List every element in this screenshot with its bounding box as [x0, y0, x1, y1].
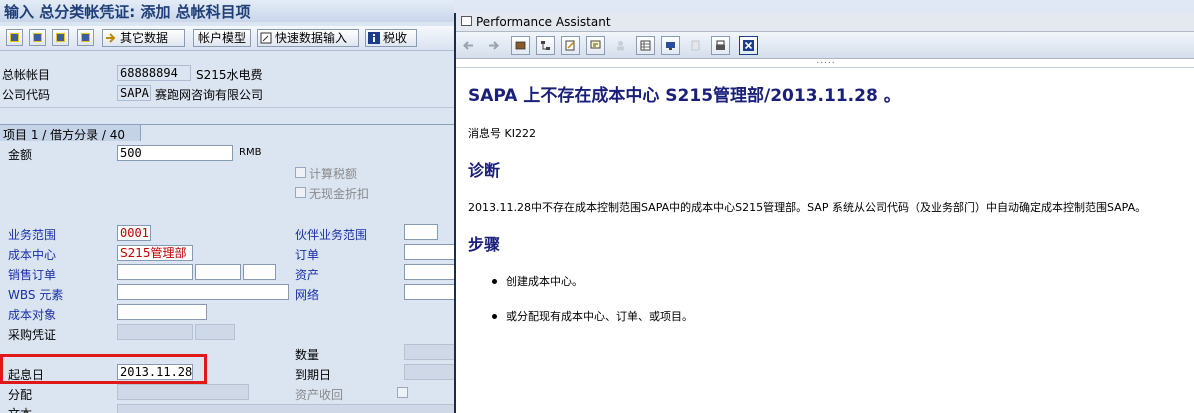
tax-button[interactable]: 税收	[365, 29, 417, 47]
due-date-label: 到期日	[295, 368, 332, 382]
diagnosis-heading: 诊断	[468, 161, 501, 180]
document-icon[interactable]	[29, 29, 46, 46]
gl-document-entry-window: 输入 总分类帐凭证: 添加 总帐科目项 其它数据 帐户模型 快速数据输入 税收 …	[0, 0, 454, 413]
table-icon[interactable]	[636, 36, 655, 55]
message-heading: SAPA 上不存在成本中心 S215管理部/2013.11.28 。	[468, 86, 901, 106]
splitter-handle[interactable]: .....	[456, 57, 1194, 68]
purchasing-document-label: 采购凭证	[8, 328, 57, 342]
wbs-element-field[interactable]	[117, 284, 289, 300]
due-date-field	[404, 364, 454, 380]
purchasing-item-field	[195, 324, 235, 340]
edit-icon	[260, 32, 272, 44]
quantity-label: 数量	[295, 348, 320, 362]
assignment-field[interactable]	[117, 384, 249, 400]
text-label: 文本	[8, 405, 32, 413]
partner-business-area-label: 伙伴业务范围	[295, 228, 368, 242]
sales-order-field[interactable]	[117, 264, 193, 280]
arrow-icon	[106, 33, 116, 43]
amount-label: 金额	[8, 148, 33, 162]
gl-account-field[interactable]: 68888894	[117, 65, 191, 81]
sales-order-label: 销售订单	[8, 268, 57, 282]
fast-entry-label: 快速数据输入	[275, 31, 348, 45]
edit-icon[interactable]	[561, 36, 580, 55]
other-data-button[interactable]: 其它数据	[102, 29, 185, 47]
assistant-toolbar	[456, 32, 1194, 59]
other-data-label: 其它数据	[120, 31, 169, 45]
calc-tax-checkbox[interactable]	[295, 167, 306, 178]
fast-entry-button[interactable]: 快速数据输入	[257, 29, 359, 47]
amount-field[interactable]: 500	[117, 145, 233, 161]
user-settings-icon	[611, 36, 630, 55]
item-tab[interactable]: 项目 1 / 借方分录 / 40	[0, 125, 141, 142]
cash-discount-label: 无现金折扣	[309, 187, 370, 201]
text-field[interactable]	[117, 404, 454, 413]
quantity-field	[404, 344, 454, 360]
sales-order-item-field[interactable]	[195, 264, 241, 280]
currency-label: RMB	[239, 147, 262, 158]
item-tab-strip: 项目 1 / 借方分录 / 40	[0, 124, 454, 142]
assistant-title-bar: Performance Assistant	[456, 13, 1194, 32]
sales-order-schedule-field[interactable]	[243, 264, 276, 280]
asset-label: 资产	[295, 268, 320, 282]
asset-field[interactable]	[404, 264, 454, 280]
asset-retirement-checkbox[interactable]	[397, 387, 408, 398]
hierarchy-icon[interactable]	[536, 36, 555, 55]
close-icon[interactable]	[739, 36, 758, 55]
value-date-highlight-box	[0, 354, 207, 384]
header-separator	[0, 107, 454, 108]
title-bar: 输入 总分类帐凭证: 添加 总帐科目项	[0, 0, 454, 22]
step-item: 创建成本中心。	[506, 275, 583, 288]
item-tab-label: 项目 1 / 借方分录 / 40	[3, 128, 126, 142]
display-icon[interactable]	[661, 36, 680, 55]
performance-assistant-window: Performance Assistant ..... SAPA 上不存在成本中…	[454, 13, 1194, 413]
network-field[interactable]	[404, 284, 454, 300]
order-field[interactable]	[404, 244, 454, 260]
print-icon[interactable]	[711, 36, 730, 55]
info-icon	[368, 32, 380, 44]
application-toolbar: 其它数据 帐户模型 快速数据输入 税收	[0, 26, 454, 51]
window-icon	[461, 16, 472, 26]
annotate-icon[interactable]	[586, 36, 605, 55]
assignment-label: 分配	[8, 388, 33, 402]
back-arrow-icon[interactable]	[459, 36, 478, 55]
cost-center-label: 成本中心	[8, 248, 57, 262]
overview-icon[interactable]	[6, 29, 23, 46]
purchasing-document-field	[117, 324, 193, 340]
new-item-icon[interactable]	[77, 29, 94, 46]
wbs-element-label: WBS 元素	[8, 288, 64, 302]
business-area-field[interactable]: 0001	[117, 225, 151, 241]
step-item: 或分配现有成本中心、订单、或项目。	[506, 310, 693, 323]
cost-object-field[interactable]	[117, 304, 207, 320]
partner-business-area-field[interactable]	[404, 224, 438, 240]
procedure-heading: 步骤	[468, 235, 501, 254]
window-title: 输入 总分类帐凭证: 添加 总帐科目项	[4, 3, 251, 21]
bullet-icon	[492, 279, 497, 284]
company-code-field[interactable]: SAPA	[117, 85, 151, 101]
copy-icon[interactable]	[52, 29, 69, 46]
business-area-label: 业务范围	[8, 228, 57, 242]
cost-object-label: 成本对象	[8, 308, 57, 322]
cost-center-field[interactable]: S215管理部	[117, 245, 193, 261]
forward-arrow-icon[interactable]	[484, 36, 503, 55]
message-number: 消息号 KI222	[468, 127, 536, 140]
account-model-button[interactable]: 帐户模型	[193, 29, 251, 47]
diagnosis-text: 2013.11.28中不存在成本控制范围SAPA中的成本中心S215管理部。SA…	[468, 201, 1147, 214]
account-model-label: 帐户模型	[198, 31, 247, 45]
asset-retirement-label: 资产收回	[295, 388, 344, 402]
company-code-description: 赛跑网咨询有限公司	[155, 88, 264, 102]
assistant-title: Performance Assistant	[476, 15, 611, 29]
tax-label: 税收	[383, 31, 408, 45]
network-label: 网络	[295, 288, 320, 302]
calc-tax-label: 计算税额	[309, 167, 358, 181]
gl-account-label: 总帐帐目	[2, 68, 51, 82]
bullet-icon	[492, 314, 497, 319]
print-preview-icon	[686, 36, 705, 55]
cash-discount-checkbox[interactable]	[295, 187, 306, 198]
gl-account-description: S215水电费	[196, 68, 263, 82]
order-label: 订单	[295, 248, 320, 262]
book-icon[interactable]	[511, 36, 530, 55]
company-code-label: 公司代码	[2, 88, 51, 102]
